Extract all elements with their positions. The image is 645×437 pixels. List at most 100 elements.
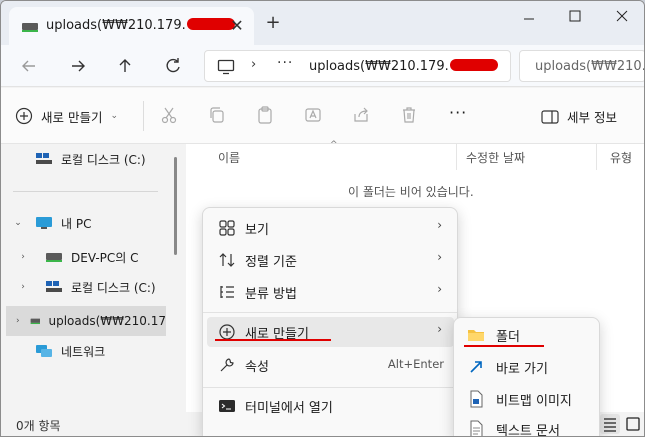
network-drive-icon	[46, 253, 62, 262]
sidebar-item-network[interactable]: 네트워크	[1, 338, 166, 364]
sidebar-item-dev-pc[interactable]: › DEV-PC의 C	[1, 244, 166, 270]
menu-item-terminal[interactable]: 터미널에서 열기	[207, 391, 454, 421]
breadcrumb-current[interactable]: uploads(₩₩210.179.	[309, 59, 498, 74]
menu-item-view[interactable]: 보기 ›	[207, 213, 454, 243]
column-header-name[interactable]: 이름	[218, 149, 240, 166]
grid-view-icon	[219, 220, 235, 236]
details-label: 세부 정보	[567, 110, 617, 125]
tab-uploads[interactable]: uploads(₩₩210.179. ✕	[9, 7, 254, 45]
submenu-item-shortcut[interactable]: 바로 가기	[458, 352, 596, 382]
submenu-item-text[interactable]: 텍스트 문서	[458, 414, 596, 437]
sidebar-item-label: DEV-PC의 C	[71, 250, 139, 265]
rename-icon[interactable]	[303, 105, 323, 125]
address-bar[interactable]: › ··· uploads(₩₩210.179.	[204, 50, 511, 82]
computer-icon	[217, 59, 235, 75]
forward-arrow-icon[interactable]	[66, 54, 90, 78]
breadcrumb-overflow-icon[interactable]: ···	[277, 55, 293, 71]
copy-icon[interactable]	[207, 105, 227, 125]
shortcut-arrow-icon	[470, 361, 482, 373]
folder-icon	[468, 330, 484, 341]
menu-item-group[interactable]: 분류 방법 ›	[207, 277, 454, 307]
chevron-right-icon: ›	[437, 282, 442, 296]
title-bar: uploads(₩₩210.179. ✕ +	[1, 1, 644, 45]
up-arrow-icon[interactable]	[113, 54, 137, 78]
refresh-icon[interactable]	[161, 54, 185, 78]
chevron-right-icon[interactable]: ›	[1, 282, 45, 292]
search-input[interactable]: uploads(₩₩210.1	[519, 50, 644, 82]
wrench-icon	[220, 358, 234, 372]
details-pane-icon	[541, 109, 559, 124]
menu-item-label: 분류 방법	[245, 287, 297, 302]
drive-icon	[46, 281, 62, 292]
network-icon	[36, 345, 52, 357]
menu-item-shortcut: Alt+Enter	[387, 357, 444, 371]
cut-icon[interactable]	[159, 105, 179, 125]
sidebar-item-label: 내 PC	[61, 216, 92, 231]
pc-icon	[36, 217, 52, 229]
column-header-modified[interactable]: 수정한 날짜	[466, 149, 525, 166]
tab-title: uploads(₩₩210.179.	[46, 18, 235, 33]
redaction-mark	[449, 59, 498, 71]
submenu-item-label: 텍스트 문서	[496, 424, 560, 437]
menu-item-new[interactable]: 새로 만들기 ›	[207, 317, 454, 347]
menu-item-properties[interactable]: 속성 Alt+Enter	[207, 350, 454, 380]
more-options-icon[interactable]: ···	[449, 105, 471, 125]
file-explorer-window: uploads(₩₩210.179. ✕ + › ··· uploads(₩₩2…	[0, 0, 645, 437]
details-view-icon[interactable]	[600, 414, 620, 434]
sidebar-item-local-disk[interactable]: › 로컬 디스크 (C:)	[1, 274, 166, 300]
column-divider[interactable]	[456, 144, 457, 170]
menu-item-label: 터미널에서 열기	[245, 401, 333, 416]
menu-item-sort[interactable]: 정렬 기준 ›	[207, 245, 454, 275]
close-window-button[interactable]	[599, 1, 645, 33]
submenu-item-label: 폴더	[496, 330, 520, 345]
menu-item-label: 정렬 기준	[245, 255, 297, 270]
minimize-button[interactable]	[507, 7, 551, 27]
sidebar-scrollbar[interactable]	[174, 157, 177, 255]
maximize-button[interactable]	[553, 5, 597, 27]
menu-item-label: 보기	[245, 223, 269, 238]
group-by-icon	[220, 286, 234, 298]
chevron-right-icon: ›	[437, 218, 442, 232]
chevron-right-icon: ›	[437, 250, 442, 264]
command-divider	[143, 101, 144, 131]
command-bar: 새로 만들기 ⌄ ··· 세부 정보	[1, 88, 644, 144]
back-arrow-icon[interactable]	[17, 54, 41, 78]
details-pane-button[interactable]: 세부 정보	[541, 107, 617, 126]
delete-icon[interactable]	[399, 105, 419, 125]
tiles-view-icon[interactable]	[623, 414, 643, 434]
tab-close-button[interactable]: ✕	[227, 16, 247, 36]
plus-circle-icon	[15, 107, 33, 125]
empty-folder-message: 이 폴더는 비어 있습니다.	[348, 185, 474, 199]
new-tab-button[interactable]: +	[263, 13, 283, 33]
new-item-button[interactable]: 새로 만들기 ⌄	[15, 105, 118, 127]
submenu-item-bitmap[interactable]: 비트맵 이미지	[458, 384, 596, 414]
sidebar-item-label: 로컬 디스크 (C:)	[71, 280, 156, 295]
item-count: 0개 항목	[16, 419, 61, 433]
network-drive-icon	[22, 23, 38, 32]
navigation-pane: 로컬 디스크 (C:) ⌄ 내 PC › DEV-PC의 C › 로컬 디스크 …	[1, 144, 171, 412]
chevron-down-icon: ⌄	[110, 111, 119, 121]
column-header-type[interactable]: 유형	[610, 149, 632, 166]
drive-icon	[36, 153, 52, 164]
new-item-submenu: 폴더 바로 가기 비트맵 이미지 텍스트 문서	[453, 317, 600, 437]
menu-divider	[203, 387, 457, 388]
highlight-underline	[464, 345, 544, 347]
chevron-down-icon[interactable]: ⌄	[1, 218, 35, 228]
sidebar-item-local-disk-top[interactable]: 로컬 디스크 (C:)	[1, 146, 166, 172]
sidebar-item-label: 네트워크	[61, 344, 106, 359]
paste-icon[interactable]	[255, 105, 275, 125]
breadcrumb-chevron-icon[interactable]: ›	[251, 57, 256, 72]
text-file-icon	[470, 420, 483, 436]
chevron-right-icon: ›	[437, 322, 442, 336]
chevron-right-icon[interactable]: ›	[6, 316, 30, 326]
chevron-right-icon[interactable]: ›	[1, 252, 45, 262]
sidebar-item-uploads[interactable]: › uploads(₩₩210.17	[6, 306, 166, 336]
sidebar-item-label: uploads(₩₩210.17	[48, 314, 166, 328]
sidebar-item-this-pc[interactable]: ⌄ 내 PC	[1, 210, 166, 236]
sidebar-divider	[13, 191, 158, 192]
column-divider[interactable]	[596, 144, 597, 170]
sidebar-item-label: 로컬 디스크 (C:)	[61, 152, 146, 167]
share-icon[interactable]	[351, 105, 371, 125]
context-menu: 보기 › 정렬 기준 › 분류 방법 › 새로 만들기 › 속성 Alt+Ent…	[202, 207, 458, 436]
sort-icon	[219, 253, 235, 267]
